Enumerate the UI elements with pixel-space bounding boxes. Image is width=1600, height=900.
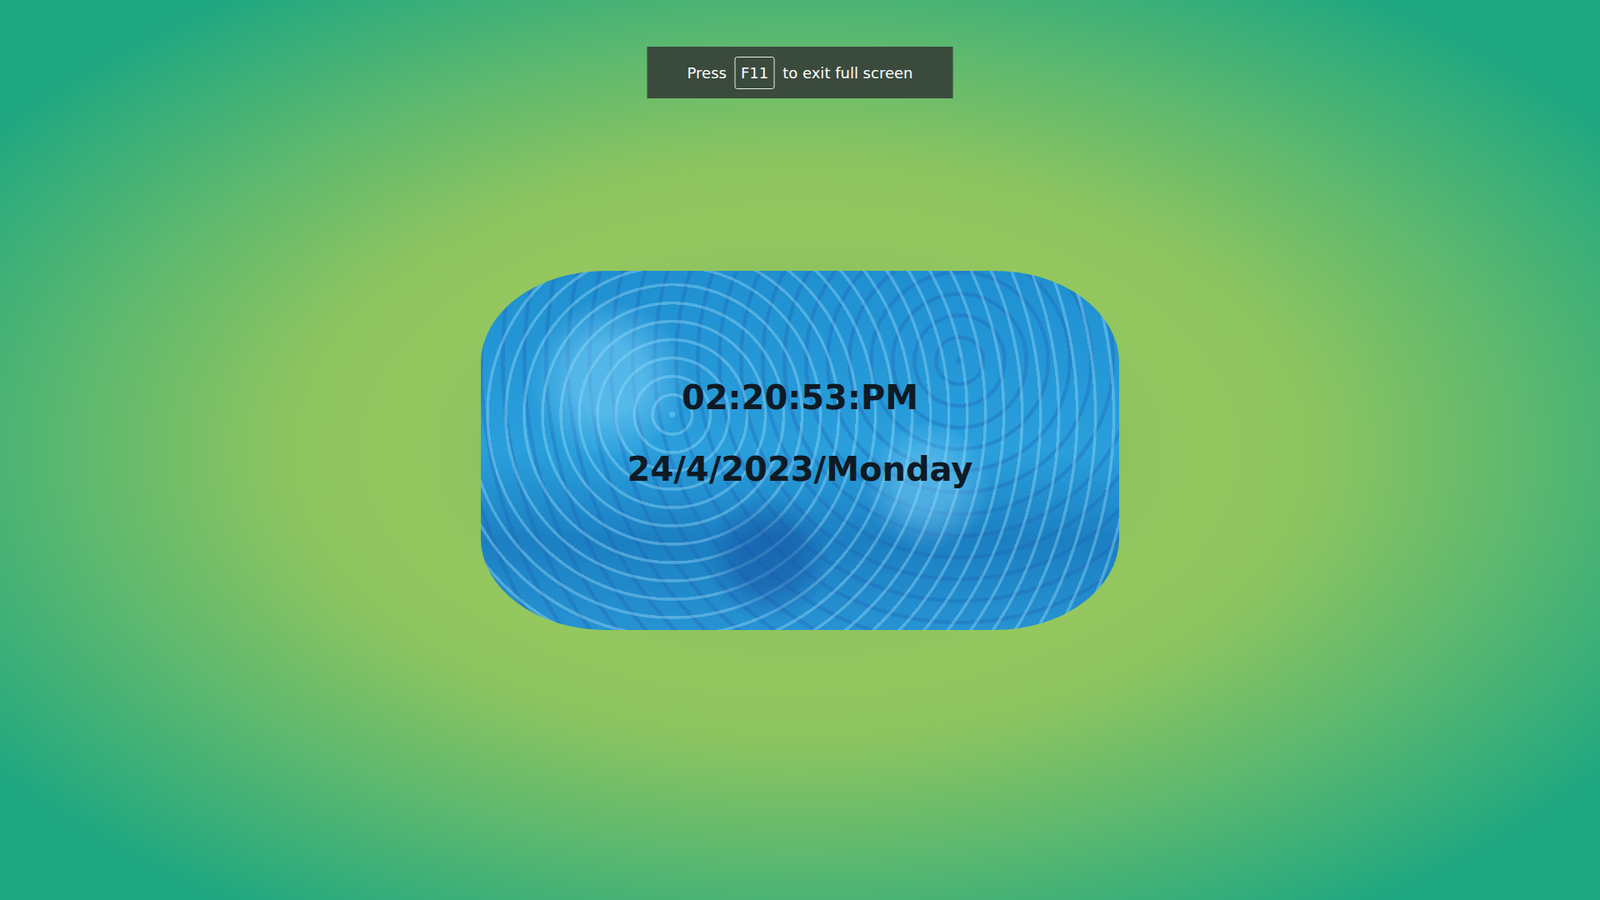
- clock-page: Press F11 to exit full screen 02:20:53:PM 24…: [0, 0, 1600, 900]
- clock-time: 02:20:53:PM: [681, 378, 919, 417]
- clock-card: 02:20:53:PM 24/4/2023/Monday: [480, 270, 1120, 630]
- toast-text-before: Press: [687, 64, 727, 82]
- toast-text-after: to exit full screen: [782, 64, 913, 82]
- clock-date: 24/4/2023/Monday: [627, 450, 974, 489]
- fullscreen-toast: Press F11 to exit full screen: [647, 46, 954, 99]
- f11-key: F11: [735, 56, 775, 90]
